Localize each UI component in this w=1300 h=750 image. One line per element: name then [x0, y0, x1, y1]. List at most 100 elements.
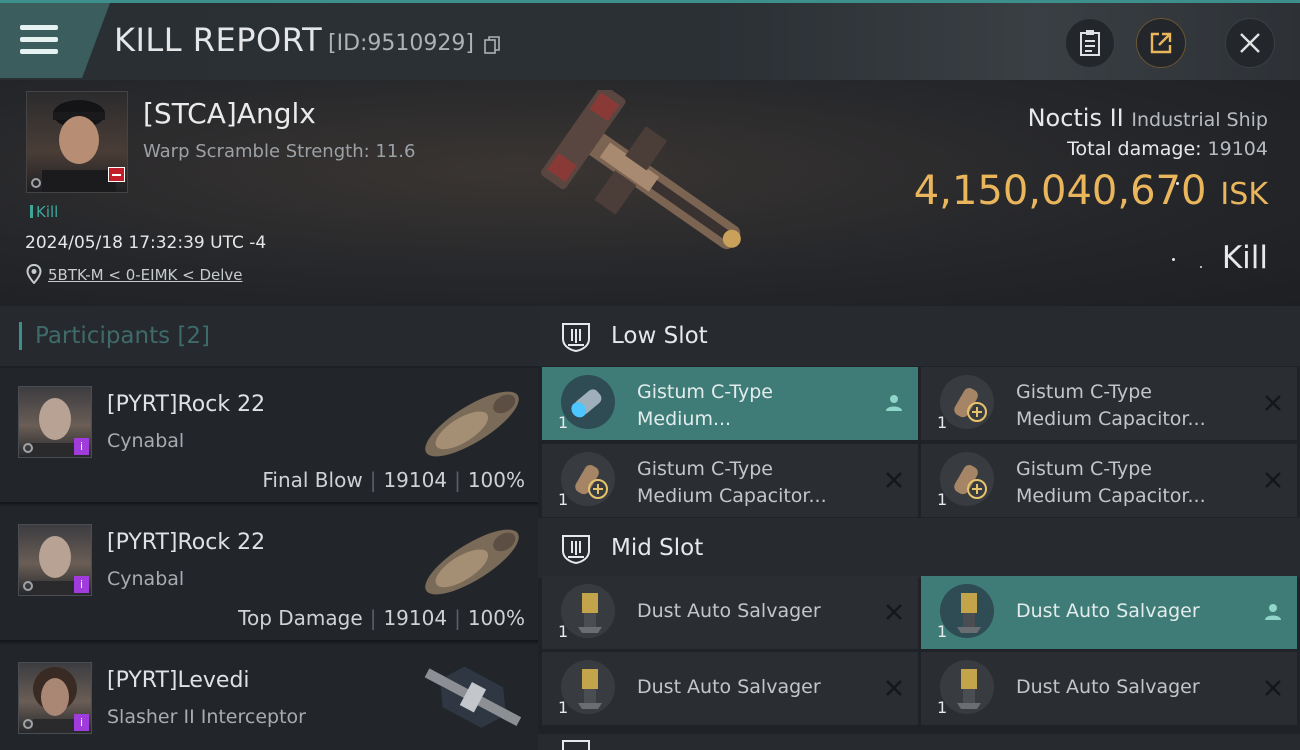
kill-id: [ID:9510929]: [328, 31, 474, 56]
participant-row[interactable]: i [PYRT]Rock 22 Cynabal Top Damage | 19104…: [0, 506, 538, 642]
destroyed-x-icon: [886, 472, 902, 488]
item-name: Gistum C-Type Medium...: [637, 379, 867, 433]
fitting-item[interactable]: 1 Dust Auto Salvager: [921, 652, 1297, 725]
share-button[interactable]: [1136, 18, 1186, 68]
destroyed-x-icon: [1265, 680, 1281, 696]
participant-stats: Top Damage | 19104 | 100%: [238, 606, 525, 630]
destroyed-x-icon: [886, 604, 902, 620]
participant-role: Top Damage: [238, 606, 363, 630]
fitting-item[interactable]: 1 Gistum C-Type Medium Capacitor...: [921, 367, 1297, 440]
participant-name[interactable]: [PYRT]Rock 22: [107, 392, 265, 417]
item-name-line: Gistum C-Type: [637, 381, 773, 403]
isk-unit: ISK: [1220, 177, 1268, 212]
kill-tag-marker: [30, 205, 33, 218]
capacitor-module-icon: [940, 452, 994, 506]
participant-ship: Cynabal: [107, 568, 185, 590]
menu-icon: [20, 25, 58, 30]
corp-icon: [23, 443, 33, 453]
clipboard-icon: [1080, 30, 1100, 56]
item-name-line: Medium Capacitor...: [1016, 408, 1206, 430]
item-name-line: Medium Capacitor...: [1016, 485, 1206, 507]
location-link[interactable]: 5BTK-M < 0-EIMK < Delve: [48, 266, 243, 284]
participant-ship-image: [424, 666, 522, 728]
person-icon[interactable]: [884, 393, 904, 413]
item-name-line: Gistum C-Type: [1016, 381, 1152, 403]
participant-row[interactable]: i [PYRT]Rock 22 Cynabal Final Blow | 19104…: [0, 368, 538, 504]
slot-icon: [562, 740, 590, 750]
fitting-item[interactable]: 1 Gistum C-Type Medium Capacitor...: [542, 444, 918, 517]
participant-damage: 19104: [383, 468, 448, 492]
stat-separator: |: [454, 468, 461, 492]
participant-row[interactable]: i [PYRT]Levedi Slasher II Interceptor: [0, 644, 538, 750]
kill-timestamp: 2024/05/18 17:32:39 UTC -4: [25, 233, 267, 253]
corp-icon: [23, 719, 33, 729]
participant-role: Final Blow: [262, 468, 363, 492]
menu-button[interactable]: [0, 3, 110, 78]
hostile-badge: [108, 167, 125, 182]
mid-slot-label: Mid Slot: [611, 535, 704, 561]
fitting-item[interactable]: 1 Gistum C-Type Medium Capacitor...: [921, 444, 1297, 517]
participant-avatar[interactable]: i: [18, 662, 92, 734]
destroyed-x-icon: [886, 680, 902, 696]
stat-separator: |: [369, 606, 377, 630]
item-name: Gistum C-Type Medium Capacitor...: [1016, 456, 1246, 510]
isk-value: 4,150,040,670 ISK: [914, 168, 1268, 214]
victim-ship-name[interactable]: Noctis II Industrial Ship: [1028, 104, 1268, 132]
participants-panel: Participants [2] i [PYRT]Rock 22 Cynabal…: [0, 306, 538, 750]
participant-percent: 100%: [467, 606, 525, 630]
kill-result: Kill: [1221, 240, 1268, 276]
person-icon[interactable]: [1263, 602, 1283, 622]
participant-ship-image: [425, 529, 519, 595]
corp-icon: [31, 178, 41, 188]
participant-avatar[interactable]: i: [18, 524, 92, 596]
close-button[interactable]: [1225, 18, 1275, 68]
total-damage-label: Total damage:: [1067, 138, 1202, 160]
ship-class-text: Industrial Ship: [1131, 109, 1268, 131]
participant-name[interactable]: [PYRT]Levedi: [107, 668, 250, 693]
kill-tag: Kill: [30, 203, 58, 221]
stat-separator: |: [369, 468, 377, 492]
share-icon: [1150, 32, 1172, 54]
header-bar: KILL REPORT [ID:9510929]: [0, 0, 1300, 80]
item-name-line: Medium...: [637, 408, 732, 430]
participant-percent: 100%: [467, 468, 525, 492]
victim-pilot-name[interactable]: [STCA]Anglx: [143, 97, 316, 130]
fitting-item[interactable]: 1 Dust Auto Salvager: [921, 576, 1297, 649]
next-section-header: [538, 734, 1300, 750]
fittings-panel: Low Slot 1 Gistum C-Type Medium... 1 Gis…: [538, 306, 1300, 750]
participant-stats: Final Blow | 19104 | 100%: [262, 468, 525, 492]
low-slot-icon: [562, 323, 590, 353]
fitting-item[interactable]: 1 Gistum C-Type Medium...: [542, 367, 918, 440]
mid-slot-header: Mid Slot: [538, 518, 1300, 578]
item-quantity: 1: [558, 413, 569, 432]
item-name: Dust Auto Salvager: [637, 600, 821, 622]
victim-portrait[interactable]: [26, 91, 128, 193]
participant-name[interactable]: [PYRT]Rock 22: [107, 530, 265, 555]
salvager-module-icon: [561, 584, 615, 638]
destroyed-x-icon: [1265, 395, 1281, 411]
capacitor-module-icon: [940, 375, 994, 429]
capacitor-module-icon: [561, 452, 615, 506]
participants-title: Participants [2]: [35, 323, 210, 349]
participants-count: [2]: [177, 323, 211, 349]
total-damage: Total damage: 19104: [1067, 138, 1268, 160]
participant-avatar[interactable]: i: [18, 386, 92, 458]
clipboard-button[interactable]: [1065, 18, 1115, 68]
isk-amount: 4,150,040,670: [913, 168, 1207, 214]
participants-label: Participants: [35, 323, 171, 349]
item-quantity: 1: [558, 490, 569, 509]
standing-badge: i: [74, 438, 89, 455]
item-name: Dust Auto Salvager: [1016, 676, 1200, 698]
destroyed-x-icon: [1265, 472, 1281, 488]
standing-badge: i: [74, 714, 89, 731]
salvager-module-icon: [940, 660, 994, 714]
fitting-item[interactable]: 1 Dust Auto Salvager: [542, 576, 918, 649]
mid-slot-icon: [562, 535, 590, 565]
item-name: Gistum C-Type Medium Capacitor...: [637, 456, 867, 510]
copy-icon[interactable]: [484, 36, 500, 54]
ship-name-text: Noctis II: [1027, 104, 1124, 132]
participant-ship: Cynabal: [107, 430, 185, 452]
star-dot: [1172, 258, 1175, 261]
item-quantity: 1: [937, 413, 948, 432]
fitting-item[interactable]: 1 Dust Auto Salvager: [542, 652, 918, 725]
